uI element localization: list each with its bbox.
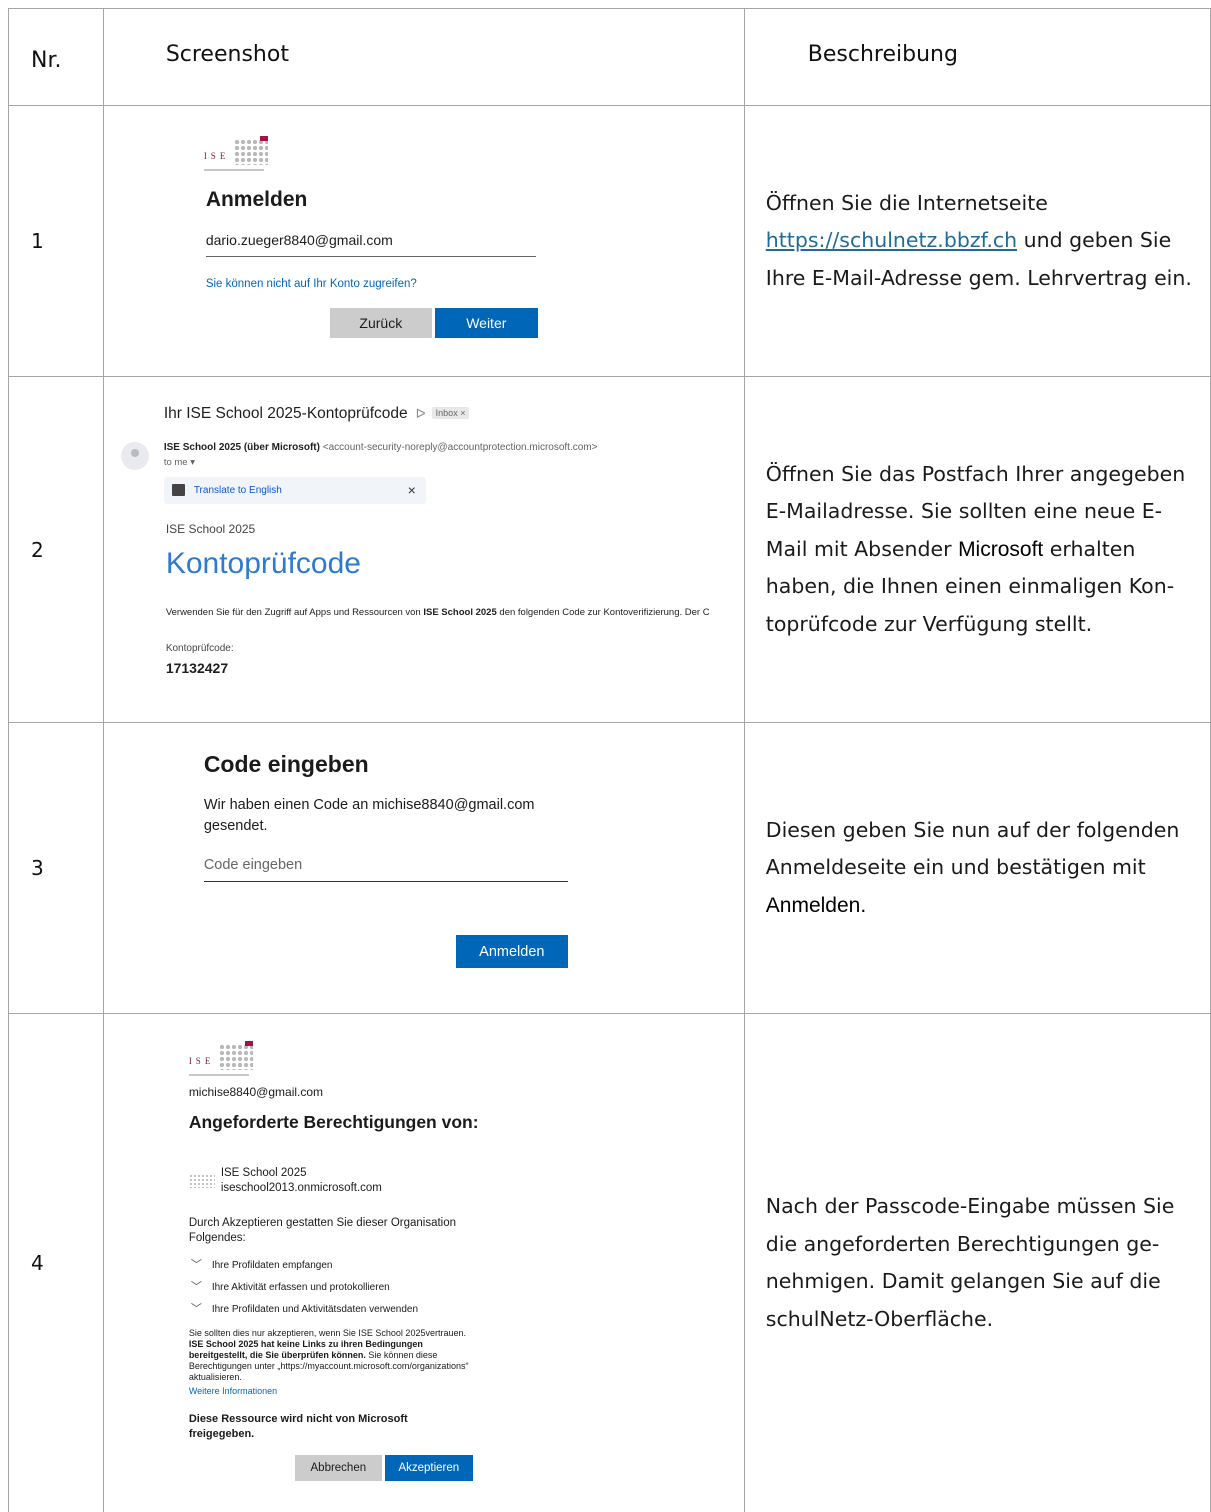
header-description: Beschreibung: [743, 8, 1211, 106]
subject-text: Ihr ISE School 2025-Kontoprüfcode: [163, 405, 408, 422]
app-name: ISE School 2025: [220, 1167, 307, 1179]
chevron-down-icon: ﹀: [190, 1303, 202, 1315]
permissions-intro: Durch Akzeptieren gestatten Sie dieser O…: [188, 1217, 457, 1244]
code-label: Kontoprüfcode:: [165, 643, 234, 654]
row-description: Öffnen Sie das Postfach Ihrer angegeben …: [743, 376, 1211, 723]
body-text: Verwenden Sie für den Zugriff auf Apps u…: [165, 607, 424, 618]
schulnetz-link[interactable]: https://schulnetz.bbzf.ch: [766, 228, 1017, 252]
email-field[interactable]: dario.zueger8840@gmail.com: [205, 232, 536, 257]
email-screenshot: Ihr ISE School 2025-Kontoprüfcode ᐅ Inbox …: [102, 376, 745, 723]
desc-text: Öffnen Sie die Internetseite: [765, 190, 1048, 215]
table-header-row: Nr. Screenshot Beschreibung: [8, 8, 1211, 106]
email-org: ISE School 2025: [165, 522, 256, 536]
instruction-table: Nr. Screenshot Beschreibung 1 ISE Anmeld…: [8, 8, 1211, 1512]
row-description: Nach der Passcode-Eingabe müssen Sie die…: [743, 1013, 1211, 1512]
permission-item[interactable]: ﹀ Ihre Aktivität erfassen und protokollie…: [189, 1281, 390, 1293]
desc-bold: Microsoft: [958, 537, 1044, 561]
permission-item[interactable]: ﹀ Ihre Profildaten empfangen: [189, 1259, 333, 1271]
permission-item[interactable]: ﹀ Ihre Profildaten und Aktivitätsdaten ve…: [189, 1303, 419, 1315]
table-row: 2 Ihr ISE School 2025-Kontoprüfcode ᐅ Inbo…: [8, 376, 1211, 723]
permissions-screenshot: ISE michise8840@gmail.com Angeforderte B…: [102, 1013, 745, 1512]
signin-title: Anmelden: [205, 188, 308, 211]
body-bold: ISE School 2025: [423, 607, 497, 618]
chevron-down-icon: ﹀: [190, 1281, 202, 1293]
app-info: ISE School 2025 iseschool2013.onmicrosof…: [221, 1166, 382, 1196]
inbox-label[interactable]: Inbox ×: [431, 407, 470, 419]
body-text: den folgenden Code zur Kontoverifizierun…: [496, 607, 710, 618]
row-number: 2: [8, 376, 104, 723]
header-screenshot: Screenshot: [102, 8, 745, 106]
permission-label: Ihre Profildaten und Aktivitätsdaten ver…: [211, 1304, 419, 1315]
row-description: Diesen geben Sie nun auf der folgenden A…: [743, 722, 1211, 1014]
app-domain: iseschool2013.onmicrosoft.com: [220, 1182, 382, 1194]
row-number: 3: [8, 722, 104, 1014]
header-nr: Nr.: [8, 8, 104, 106]
next-button[interactable]: Weiter: [434, 308, 538, 338]
translate-link[interactable]: Translate to English: [194, 485, 282, 496]
trust-note: Sie sollten dies nur akzeptieren, wenn S…: [189, 1328, 469, 1383]
account-email: michise8840@gmail.com: [188, 1085, 324, 1099]
desc-text: Diesen geben Sie nun auf der folgenden A…: [765, 817, 1180, 880]
email-sender: ISE School 2025 (über Microsoft) <accoun…: [164, 442, 598, 453]
chevron-down-icon: ﹀: [190, 1259, 202, 1271]
permission-label: Ihre Profildaten empfangen: [211, 1260, 333, 1271]
account-access-link[interactable]: Sie können nicht auf Ihr Konto zugreifen…: [206, 278, 417, 290]
email-heading: Kontoprüfcode: [165, 547, 361, 580]
close-icon[interactable]: ×: [408, 482, 416, 498]
sender-avatar: [120, 442, 149, 470]
row-number: 1: [8, 105, 104, 377]
table-row: 1 ISE Anmelden dario.zueger8840@gmail.co…: [8, 105, 1211, 377]
sender-name: ISE School 2025 (über Microsoft): [163, 442, 320, 453]
cancel-button[interactable]: Abbrechen: [294, 1455, 382, 1481]
app-logo-icon: [188, 1174, 215, 1188]
code-input[interactable]: Code eingeben: [203, 857, 568, 882]
important-marker-icon[interactable]: ᐅ: [416, 406, 426, 421]
signin-screenshot: ISE Anmelden dario.zueger8840@gmail.com …: [102, 105, 745, 377]
row-number: 4: [8, 1013, 104, 1512]
code-sent-message: Wir haben einen Code an michise8840@gmai…: [203, 797, 535, 834]
ise-logo: ISE: [203, 136, 268, 175]
table-row: 3 Code eingeben Wir haben einen Code an …: [8, 722, 1211, 1014]
row-description: Öffnen Sie die Internetseite https://sch…: [743, 105, 1211, 377]
translate-bar: Translate to English ×: [163, 477, 426, 504]
permission-label: Ihre Aktivität erfassen und protokollier…: [211, 1282, 390, 1293]
verification-code: 17132427: [165, 660, 229, 676]
note-text: Sie sollten dies nur akzeptieren, wenn S…: [188, 1328, 466, 1338]
translate-icon: [171, 484, 185, 496]
signin-button[interactable]: Anmelden: [455, 935, 568, 968]
unverified-warning: Diese Ressource wird nicht von Microsoft…: [188, 1413, 408, 1440]
accept-button[interactable]: Akzeptieren: [384, 1455, 473, 1481]
recipient-toggle[interactable]: to me ▾: [164, 457, 195, 468]
table-row: 4 ISE michise8840@gmail.com Angeforderte…: [8, 1013, 1211, 1512]
code-entry-screenshot: Code eingeben Wir haben einen Code an mi…: [102, 722, 745, 1014]
sender-address: <account-security-noreply@accountprotect…: [322, 442, 598, 453]
ise-logo: ISE: [188, 1041, 253, 1080]
desc-bold: Anmelden.: [765, 893, 867, 917]
permissions-title: Angeforderte Berechtigungen von:: [188, 1112, 479, 1132]
more-info-link[interactable]: Weitere Informationen: [189, 1386, 277, 1396]
back-button[interactable]: Zurück: [329, 308, 432, 338]
email-body: Verwenden Sie für den Zugriff auf Apps u…: [166, 607, 710, 618]
email-subject: Ihr ISE School 2025-Kontoprüfcode ᐅ Inbox …: [164, 405, 470, 423]
code-entry-title: Code eingeben: [203, 751, 369, 777]
